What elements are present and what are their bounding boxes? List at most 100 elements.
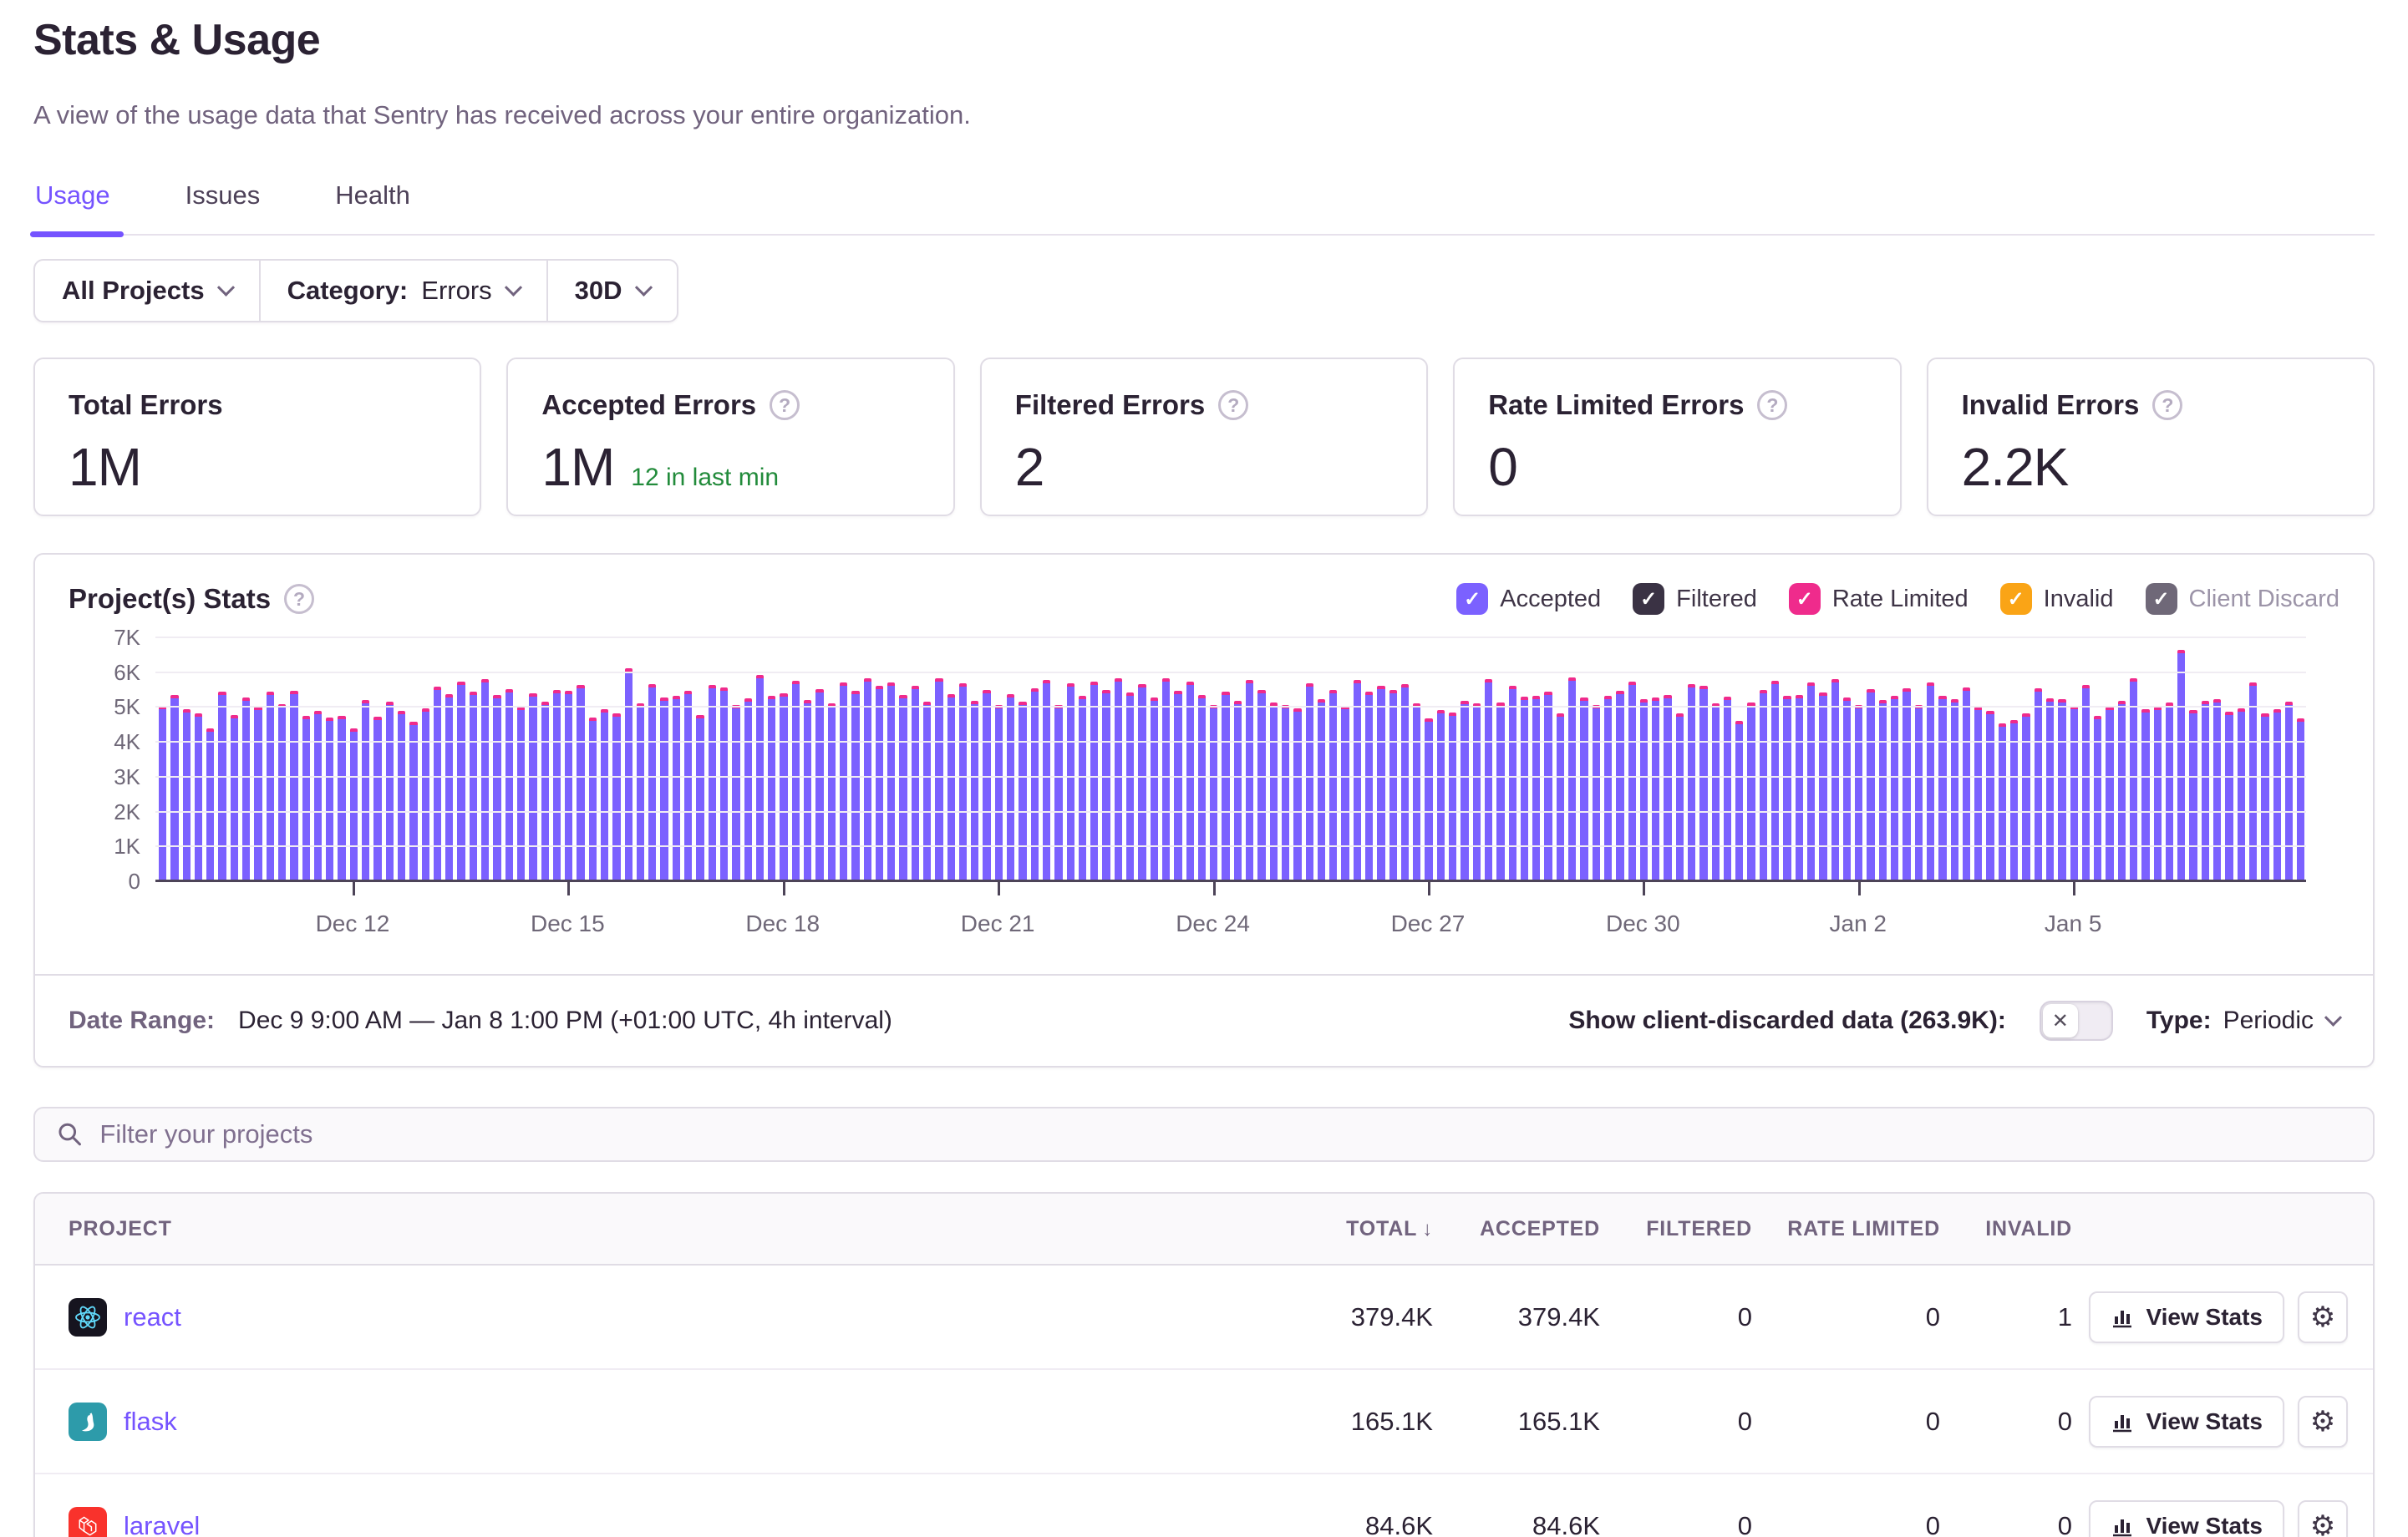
project-filter-dropdown[interactable]: All Projects [35,261,261,321]
type-value: Periodic [2223,1007,2314,1035]
accepted-segment [1544,695,1552,880]
gridline [155,706,2306,708]
accepted-segment [1712,707,1720,880]
legend-accepted[interactable]: Accepted [1456,583,1601,615]
chart-legend: Accepted Filtered Rate Limited Invalid [1456,583,2339,615]
laravel-project-icon [69,1507,107,1537]
accepted-segment [1210,708,1217,880]
accepted-segment [2082,688,2090,880]
help-icon[interactable] [770,390,800,420]
tab-health[interactable]: Health [333,174,412,234]
accepted-segment [601,713,608,880]
accepted-segment [1974,710,1982,880]
accepted-segment [529,697,536,880]
accepted-segment [1604,699,1612,880]
accepted-segment [2141,713,2149,880]
accepted-segment [1568,681,1576,880]
legend-filtered[interactable]: Filtered [1633,583,1757,615]
project-settings-button[interactable] [2298,1500,2348,1537]
table-row-flask: flask 165.1K 165.1K 0 0 0 View Stats [35,1370,2373,1474]
accepted-segment [1938,699,1946,880]
accepted-segment [589,721,597,880]
accepted-segment [1115,682,1122,880]
accepted-segment [1341,709,1349,880]
accepted-segment [876,689,883,880]
help-icon[interactable] [284,584,314,614]
period-filter-dropdown[interactable]: 30D [548,261,677,321]
accepted-segment [637,707,644,880]
accepted-segment [1927,686,1934,880]
accepted-segment [684,694,692,880]
view-stats-button[interactable]: View Stats [2089,1396,2284,1448]
column-header-total[interactable]: Total↓ [1278,1217,1433,1241]
chevron-down-icon [216,278,234,296]
accepted-segment [314,714,322,880]
card-value: 1M [541,436,614,498]
legend-client-discard[interactable]: Client Discard [2146,583,2340,615]
accepted-segment [1485,682,1492,880]
column-header-accepted[interactable]: Accepted [1433,1217,1600,1241]
accepted-segment [1186,685,1194,880]
accepted-segment [1461,704,1468,880]
card-value: 1M [69,436,141,498]
help-icon[interactable] [1757,390,1787,420]
accepted-segment [2070,709,2078,880]
accepted-segment [1031,692,1039,880]
accepted-segment [254,710,262,880]
table-row-react: react 379.4K 379.4K 0 0 1 View Stats [35,1266,2373,1370]
y-axis-label: 1K [114,834,140,860]
accepted-segment [577,688,584,880]
filter-bar: All Projects Category: Errors 30D [33,259,678,322]
legend-rate-limited[interactable]: Rate Limited [1789,583,1969,615]
accepted-segment [1951,703,1958,880]
accepted-segment [2189,713,2197,880]
accepted-segment [2285,705,2293,880]
y-axis-label: 0 [129,869,140,895]
y-axis-label: 4K [114,729,140,755]
gridline [155,741,2306,743]
accepted-segment [350,732,358,880]
category-filter-dropdown[interactable]: Category: Errors [261,261,548,321]
column-header-filtered[interactable]: Filtered [1600,1217,1752,1241]
legend-invalid[interactable]: Invalid [2000,583,2114,615]
accepted-segment [2273,713,2281,880]
column-header-invalid[interactable]: Invalid [1940,1217,2072,1241]
rate-limited-errors-card: Rate Limited Errors 0 [1453,358,1901,516]
project-link[interactable]: flask [124,1407,177,1437]
project-link[interactable]: laravel [124,1511,200,1537]
table-header-row: Project Total↓ Accepted Filtered Rate Li… [35,1194,2373,1266]
accepted-segment [326,721,333,880]
chevron-down-icon [634,278,652,296]
accepted-segment [2225,715,2233,880]
type-dropdown[interactable]: Type: Periodic [2146,1007,2339,1035]
help-icon[interactable] [2152,390,2182,420]
accepted-segment [2249,686,2257,880]
x-axis-label: Dec 18 [745,911,820,937]
accepted-segment [457,685,465,880]
view-stats-button[interactable]: View Stats [2089,1291,2284,1343]
accepted-segment [959,687,967,880]
accepted-segment [1796,698,1803,880]
y-axis-label: 3K [114,764,140,790]
accepted-segment [1915,708,1923,880]
column-header-rate-limited[interactable]: Rate Limited [1752,1217,1940,1241]
total-errors-card: Total Errors 1M [33,358,481,516]
view-stats-button[interactable]: View Stats [2089,1500,2284,1537]
project-settings-button[interactable] [2298,1396,2348,1448]
accepted-segment [409,725,417,880]
tab-usage[interactable]: Usage [33,174,112,234]
client-discard-toggle[interactable] [2040,1001,2113,1041]
stacked-bar-chart: 01K2K3K4K5K6K7K [69,638,2339,882]
filtered-cell: 0 [1600,1511,1752,1537]
help-icon[interactable] [1218,390,1248,420]
project-settings-button[interactable] [2298,1291,2348,1343]
search-input[interactable] [99,1119,2351,1149]
flask-project-icon [69,1403,107,1441]
accepted-segment [1903,692,1910,880]
accepted-segment [1783,699,1791,880]
gridline [155,637,2306,638]
gridline [155,672,2306,673]
project-link[interactable]: react [124,1302,181,1332]
tab-issues[interactable]: Issues [184,174,262,234]
accepted-segment [1151,701,1158,880]
